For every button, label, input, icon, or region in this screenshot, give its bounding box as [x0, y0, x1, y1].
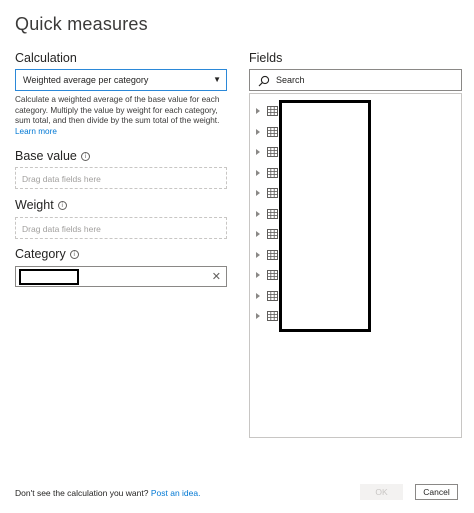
close-icon[interactable]: ✕ — [212, 270, 221, 283]
weight-label-text: Weight — [15, 198, 54, 212]
calculation-label: Calculation — [15, 51, 77, 65]
table-icon — [267, 106, 278, 116]
weight-label: Weight i — [15, 198, 67, 212]
search-placeholder: Search — [276, 75, 305, 85]
table-icon — [267, 311, 278, 321]
category-label-text: Category — [15, 247, 66, 261]
base-value-dropzone[interactable]: Drag data fields here — [15, 167, 227, 189]
footer-prompt: Don't see the calculation you want? Post… — [15, 488, 200, 498]
chevron-right-icon[interactable] — [256, 169, 260, 176]
footer-prompt-text: Don't see the calculation you want? — [15, 488, 149, 498]
table-icon — [267, 126, 278, 137]
info-icon[interactable]: i — [57, 200, 67, 210]
post-an-idea-link[interactable]: Post an idea. — [151, 488, 201, 498]
info-icon[interactable]: i — [69, 249, 79, 259]
chevron-right-icon[interactable] — [256, 313, 260, 319]
calculation-description: Calculate a weighted average of the base… — [15, 95, 230, 137]
chevron-right-icon[interactable] — [256, 292, 260, 299]
category-field-redacted[interactable] — [19, 269, 79, 285]
calculation-dropdown[interactable]: Weighted average per category ▼ — [15, 69, 227, 91]
base-value-placeholder: Drag data fields here — [22, 174, 101, 184]
chevron-right-icon[interactable] — [256, 210, 260, 217]
chevron-right-icon[interactable] — [256, 128, 260, 135]
weight-dropzone[interactable]: Drag data fields here — [15, 217, 227, 239]
calculation-selected-value: Weighted average per category — [23, 75, 149, 85]
base-value-label: Base value i — [15, 149, 90, 163]
chevron-right-icon[interactable] — [256, 108, 260, 114]
chevron-right-icon[interactable] — [256, 272, 260, 278]
category-well[interactable]: ✕ — [15, 266, 227, 287]
info-icon[interactable]: i — [80, 151, 90, 161]
description-text: Calculate a weighted average of the base… — [15, 95, 220, 126]
fields-search-input[interactable]: Search — [249, 69, 462, 91]
weight-placeholder: Drag data fields here — [22, 224, 101, 234]
search-icon — [258, 75, 270, 87]
chevron-right-icon[interactable] — [256, 251, 260, 258]
table-icon — [267, 208, 278, 219]
fields-label: Fields — [249, 51, 283, 65]
chevron-down-icon[interactable]: ▼ — [213, 75, 221, 84]
category-label: Category i — [15, 247, 79, 261]
table-icon — [267, 167, 278, 178]
base-value-label-text: Base value — [15, 149, 77, 163]
table-icon — [267, 188, 278, 198]
chevron-right-icon[interactable] — [256, 190, 260, 196]
ok-button[interactable]: OK — [360, 484, 403, 500]
redacted-field-names — [279, 100, 371, 332]
table-icon — [267, 229, 278, 239]
table-icon — [267, 290, 278, 301]
table-icon — [267, 249, 278, 260]
chevron-right-icon[interactable] — [256, 149, 260, 155]
table-icon — [267, 270, 278, 280]
cancel-button[interactable]: Cancel — [415, 484, 458, 500]
learn-more-link[interactable]: Learn more — [15, 127, 57, 136]
chevron-right-icon[interactable] — [256, 231, 260, 237]
dialog-title: Quick measures — [15, 14, 148, 34]
table-icon — [267, 147, 278, 157]
